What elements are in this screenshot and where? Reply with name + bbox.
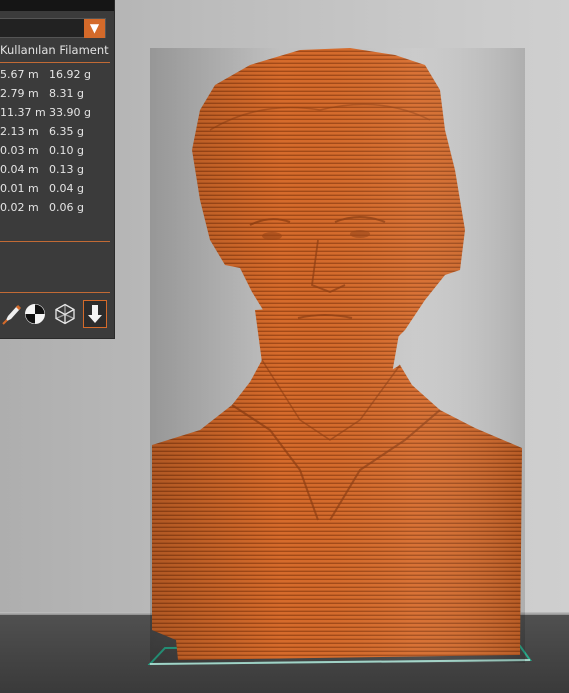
filament-used-header: Kullanılan Filament <box>0 43 109 57</box>
extruder-dropdown[interactable]: ▼ <box>0 18 106 38</box>
filament-weight: 16.92 g <box>49 68 91 81</box>
filament-weight: 8.31 g <box>49 87 84 100</box>
list-item: 2.79 m 8.31 g <box>0 85 114 104</box>
list-item: 0.02 m 0.06 g <box>0 199 114 218</box>
filament-length: 5.67 m <box>0 68 39 81</box>
filament-length: 0.04 m <box>0 163 39 176</box>
filament-length: 2.13 m <box>0 125 39 138</box>
filament-length: 2.79 m <box>0 87 39 100</box>
paint-brush-icon[interactable] <box>0 300 24 328</box>
list-item: 2.13 m 6.35 g <box>0 123 114 142</box>
wireframe-cube-icon[interactable] <box>53 300 77 328</box>
filament-weight: 33.90 g <box>49 106 91 119</box>
filament-length: 11.37 m <box>0 106 46 119</box>
panel-top-bar <box>0 0 114 11</box>
filament-weight: 6.35 g <box>49 125 84 138</box>
filament-weight: 0.10 g <box>49 144 84 157</box>
divider <box>0 292 110 293</box>
filament-weight: 0.13 g <box>49 163 84 176</box>
filament-weight: 0.04 g <box>49 182 84 195</box>
divider <box>0 241 110 242</box>
slice-info-panel: ▼ Kullanılan Filament 5.67 m 16.92 g 2.7… <box>0 0 115 339</box>
list-item: 11.37 m 33.90 g <box>0 104 114 123</box>
list-item: 0.04 m 0.13 g <box>0 161 114 180</box>
list-item: 0.03 m 0.10 g <box>0 142 114 161</box>
download-arrow-icon[interactable] <box>83 300 107 328</box>
filament-length: 0.01 m <box>0 182 39 195</box>
chevron-down-icon[interactable]: ▼ <box>84 19 105 38</box>
filament-length: 0.02 m <box>0 201 39 214</box>
list-item: 5.67 m 16.92 g <box>0 66 114 85</box>
list-item: 0.01 m 0.04 g <box>0 180 114 199</box>
cross-section-icon[interactable] <box>23 300 47 328</box>
view-toolbar <box>0 300 114 330</box>
divider <box>0 62 110 63</box>
filament-weight: 0.06 g <box>49 201 84 214</box>
filament-length: 0.03 m <box>0 144 39 157</box>
filament-usage-list: 5.67 m 16.92 g 2.79 m 8.31 g 11.37 m 33.… <box>0 66 114 218</box>
